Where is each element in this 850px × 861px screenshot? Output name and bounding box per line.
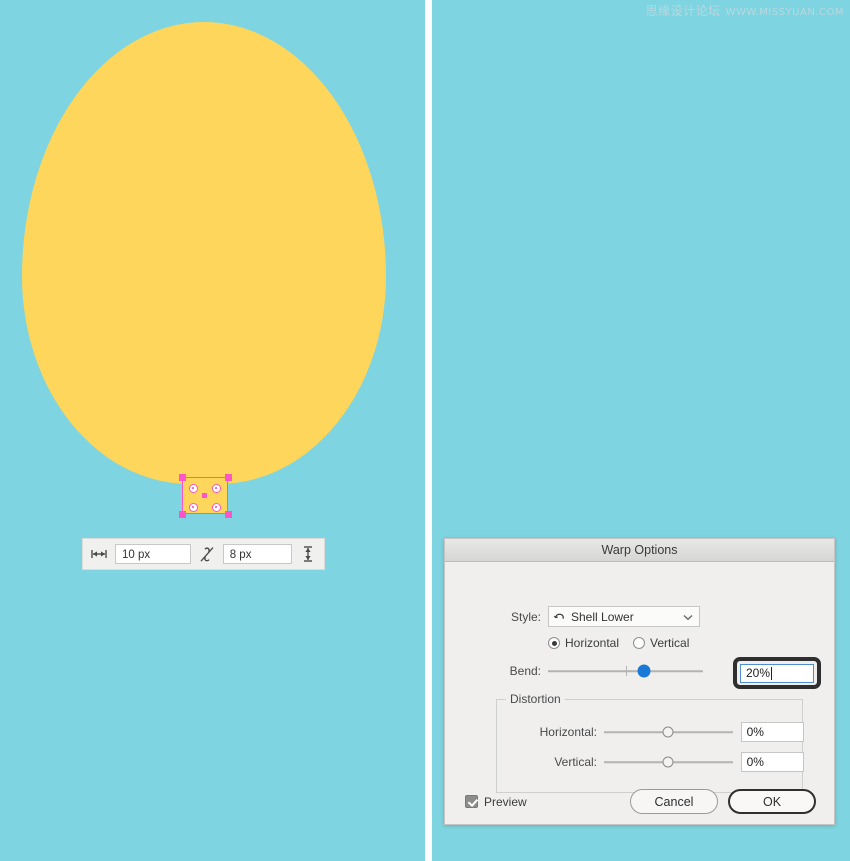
- bend-input-value: 20%: [746, 666, 771, 680]
- radio-horizontal-label: Horizontal: [565, 636, 620, 650]
- style-value: Shell Lower: [571, 609, 634, 624]
- bend-slider-knob[interactable]: [637, 664, 651, 678]
- radio-horizontal[interactable]: Horizontal: [548, 636, 619, 650]
- distortion-horizontal-slider[interactable]: [604, 725, 733, 739]
- dialog-body: Style: Shell Lower Horizontal Vertical B…: [445, 562, 834, 826]
- panel-divider: [425, 0, 432, 861]
- handle-top-right[interactable]: [225, 474, 232, 481]
- handle-bottom-left[interactable]: [179, 511, 186, 518]
- radio-vertical[interactable]: Vertical: [633, 636, 689, 650]
- distortion-horizontal-label: Horizontal:: [539, 725, 597, 739]
- width-input[interactable]: 10 px: [115, 544, 191, 564]
- radio-horizontal-dot[interactable]: [548, 637, 560, 649]
- cancel-button[interactable]: Cancel: [630, 789, 718, 814]
- corner-radius-widget-bottom-left[interactable]: [189, 503, 198, 512]
- style-dropdown[interactable]: Shell Lower: [548, 606, 700, 627]
- style-row: Style: Shell Lower: [445, 606, 836, 627]
- preview-checkbox[interactable]: [465, 795, 478, 808]
- dialog-footer: Preview Cancel OK: [445, 789, 836, 814]
- distortion-vertical-input[interactable]: 0%: [740, 752, 804, 772]
- dialog-title: Warp Options: [601, 543, 678, 557]
- distortion-vertical-knob[interactable]: [662, 756, 674, 768]
- chevron-down-icon: [683, 608, 693, 626]
- bend-label: Bend:: [509, 664, 541, 678]
- orientation-row: Horizontal Vertical: [445, 636, 850, 650]
- balloon-shape-left[interactable]: [22, 22, 386, 484]
- center-anchor-point-left: [202, 493, 207, 498]
- bend-slider[interactable]: [548, 664, 703, 678]
- height-input[interactable]: 8 px: [222, 544, 293, 564]
- text-cursor-icon: [771, 666, 773, 680]
- artboard-before: [0, 0, 425, 861]
- radio-vertical-dot[interactable]: [633, 637, 646, 649]
- preview-label: Preview: [484, 794, 527, 809]
- distortion-horizontal-input[interactable]: 0%: [740, 722, 804, 742]
- handle-top-left[interactable]: [179, 474, 186, 481]
- distortion-horizontal-row: Horizontal: 0%: [497, 722, 804, 742]
- distortion-vertical-row: Vertical: 0%: [497, 752, 804, 772]
- handle-bottom-right[interactable]: [225, 511, 232, 518]
- warp-options-dialog: Warp Options Style: Shell Lower Horizont…: [444, 538, 835, 825]
- ok-button[interactable]: OK: [728, 789, 816, 814]
- distortion-vertical-label: Vertical:: [554, 755, 597, 769]
- distortion-legend: Distortion: [506, 692, 565, 706]
- distortion-group: Distortion Horizontal: 0% Vertical: 0%: [496, 692, 804, 793]
- transform-toolbar: 10 px 8 px: [82, 538, 325, 570]
- dialog-titlebar[interactable]: Warp Options: [445, 539, 834, 562]
- radio-vertical-label: Vertical: [650, 636, 690, 650]
- forum-watermark: 思缘设计论坛 WWW.MISSYUAN.COM: [646, 2, 844, 19]
- width-arrow-icon: [88, 543, 110, 565]
- shell-lower-warp-icon: [553, 608, 566, 626]
- corner-radius-widget-bottom-right[interactable]: [212, 503, 221, 512]
- style-label: Style:: [510, 609, 541, 624]
- distortion-vertical-slider[interactable]: [604, 755, 733, 769]
- corner-radius-widget-top-right[interactable]: [212, 484, 221, 493]
- screenshot-root: 思缘设计论坛 WWW.MISSYUAN.COM 10 px 8 px Warp …: [0, 0, 850, 861]
- bend-input[interactable]: 20%: [740, 663, 814, 683]
- height-arrow-icon: [297, 543, 319, 565]
- dialog-action-buttons: Cancel OK: [630, 789, 816, 814]
- preview-checkbox-row[interactable]: Preview: [465, 795, 527, 809]
- bend-slider-zero-tick: [625, 666, 627, 676]
- distortion-horizontal-knob[interactable]: [662, 726, 674, 738]
- broken-link-icon[interactable]: [196, 543, 218, 565]
- watermark-chinese: 思缘设计论坛: [645, 4, 721, 18]
- watermark-url: WWW.MISSYUAN.COM: [725, 7, 844, 18]
- bend-input-focus-ring: 20%: [733, 657, 821, 689]
- corner-radius-widget-top-left[interactable]: [189, 484, 198, 493]
